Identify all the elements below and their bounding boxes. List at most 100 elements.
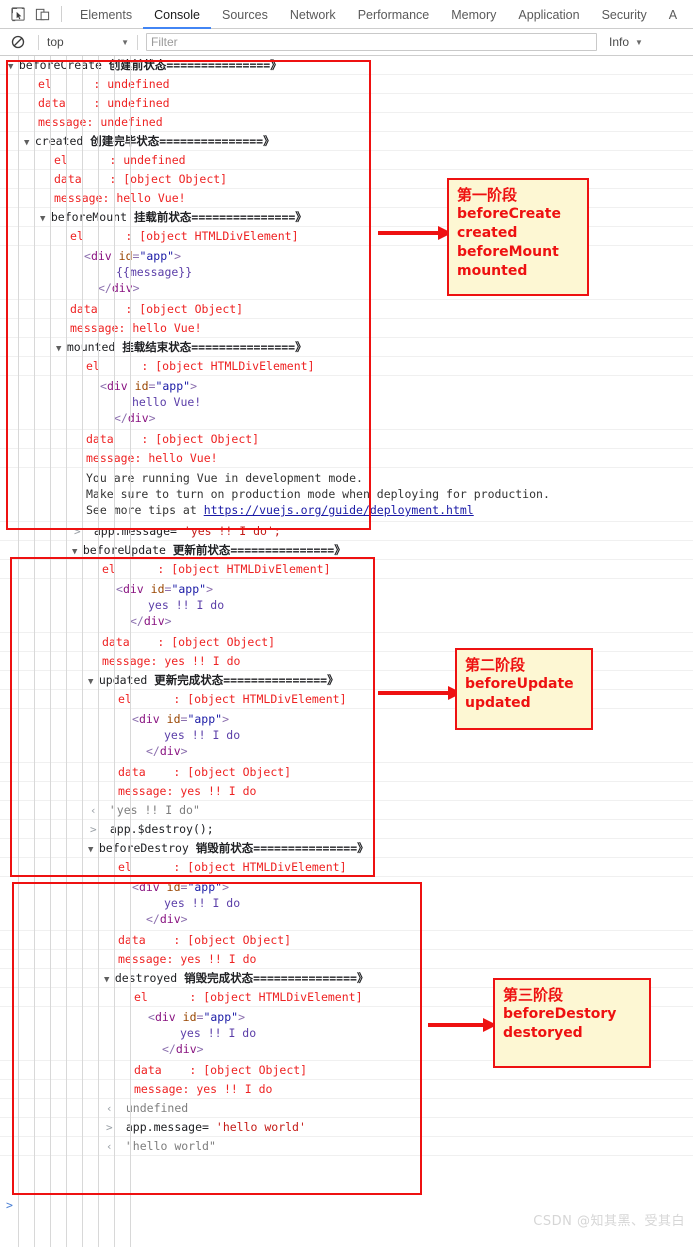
prop-key: data : <box>86 432 156 446</box>
console-input-echo: > app.message= 'hello world' <box>0 1118 693 1137</box>
console-log-line: el : [object HTMLDivElement] <box>0 357 693 376</box>
prop-key: data : <box>118 933 188 947</box>
lifecycle-hook-name: created <box>34 134 91 148</box>
console-log-line: data : [object Object] <box>0 300 693 319</box>
console-html-output: <div id="app"> hello Vue! </div> <box>0 376 693 430</box>
console-log-line: data : [object Object] <box>0 430 693 449</box>
prop-key: message: <box>38 115 101 129</box>
console-log-line: message: undefined <box>0 113 693 132</box>
inspect-cursor-icon[interactable] <box>6 2 30 26</box>
console-group-header: ▼ mounted 挂载结束状态===============》 <box>0 338 693 357</box>
prop-key: data : <box>70 302 140 316</box>
console-log-line: message: hello Vue! <box>0 189 693 208</box>
prop-key: el : <box>54 153 124 167</box>
prop-key: message: <box>102 654 165 668</box>
execution-context-selector[interactable]: top ▼ <box>47 35 129 49</box>
triangle-down-icon[interactable]: ▼ <box>88 677 99 687</box>
console-log-line: el : undefined <box>0 151 693 170</box>
annotation-stage-1: 第一阶段 beforeCreate created beforeMount mounte… <box>447 178 589 296</box>
prop-value: undefined <box>107 77 170 91</box>
tab-application[interactable]: Application <box>507 0 590 29</box>
console-filter-toolbar: top ▼ Info ▼ <box>0 29 693 56</box>
filter-input[interactable] <box>146 33 597 51</box>
triangle-down-icon[interactable]: ▼ <box>24 138 35 148</box>
tab-label: Application <box>518 7 580 22</box>
console-group-header: ▼ beforeCreate 创建前状态===============》 <box>0 56 693 75</box>
prop-key: el : <box>118 692 188 706</box>
console-log-line: message: yes !! I do <box>0 1080 693 1099</box>
console-result: ‹ "yes !! I do" <box>0 801 693 820</box>
html-text-node: hello Vue! <box>132 395 202 409</box>
prop-key: data : <box>118 765 188 779</box>
tab-security[interactable]: Security <box>591 0 658 29</box>
triangle-down-icon[interactable]: ▼ <box>104 975 115 985</box>
prop-value: [object HTMLDivElement] <box>203 990 363 1004</box>
lifecycle-hook-note: 销毁前状态===============》 <box>195 841 369 855</box>
prop-key: data : <box>54 172 124 186</box>
annotation-stage-3: 第三阶段 beforeDestory destoryed <box>493 978 651 1068</box>
annotation-stage-2: 第二阶段 beforeUpdate updated <box>455 648 593 730</box>
prop-key: message: <box>86 451 149 465</box>
console-log-line: el : [object HTMLDivElement] <box>0 227 693 246</box>
input-marker-icon: > <box>74 525 94 538</box>
tab-label: Console <box>154 7 200 22</box>
result-value: "yes !! I do" <box>109 803 200 817</box>
prop-key: message: <box>54 191 117 205</box>
html-text-node: yes !! I do <box>148 598 225 612</box>
result-value: "hello world" <box>125 1139 216 1153</box>
console-log-line: data : [object Object] <box>0 763 693 782</box>
annotation-hook-name: updated <box>465 695 531 711</box>
filterbar-divider-1 <box>38 34 39 50</box>
log-level-selector[interactable]: Info ▼ <box>609 35 687 49</box>
tab-elements[interactable]: Elements <box>69 0 143 29</box>
prop-key: el : <box>134 990 204 1004</box>
clear-console-icon[interactable] <box>6 30 30 54</box>
filterbar-divider-2 <box>137 34 138 50</box>
console-group-header: ▼ beforeMount 挂载前状态===============》 <box>0 208 693 227</box>
input-marker-icon: > <box>106 1121 126 1134</box>
tab-label: Network <box>289 7 336 22</box>
annotation-stage-title: 第三阶段 <box>503 986 564 1004</box>
tab-performance[interactable]: Performance <box>347 0 441 29</box>
html-text-node: yes !! I do <box>164 728 241 742</box>
console-result: ‹ undefined <box>0 1099 693 1118</box>
prop-key: el : <box>86 359 156 373</box>
input-marker-icon: > <box>90 823 110 836</box>
prop-value: [object Object] <box>155 432 260 446</box>
vue-dev-mode-warning: You are running Vue in development mode.… <box>0 468 693 522</box>
tab-memory[interactable]: Memory <box>440 0 507 29</box>
triangle-down-icon[interactable]: ▼ <box>56 344 67 354</box>
watermark: CSDN @知其黑、受其白 <box>533 1214 685 1229</box>
prop-value: yes !! I do <box>180 784 257 798</box>
tab-network[interactable]: Network <box>279 0 347 29</box>
deployment-docs-link[interactable]: https://vuejs.org/guide/deployment.html <box>204 503 474 517</box>
output-marker-icon: ‹ <box>106 1102 126 1115</box>
arrow-shaft <box>378 691 448 695</box>
prop-value: yes !! I do <box>180 952 257 966</box>
device-toolbar-icon[interactable] <box>30 2 54 26</box>
annotation-hook-name: beforeCreate <box>457 206 561 222</box>
triangle-down-icon[interactable]: ▼ <box>72 547 83 557</box>
tab-console[interactable]: Console <box>143 0 211 29</box>
tab-sources[interactable]: Sources <box>211 0 279 29</box>
lifecycle-hook-note: 更新前状态===============》 <box>172 543 346 557</box>
prop-value: [object Object] <box>139 302 244 316</box>
html-text-node: yes !! I do <box>164 896 241 910</box>
console-log-line: message: yes !! I do <box>0 950 693 969</box>
tabbar-divider <box>61 6 62 22</box>
console-log-area[interactable]: ▼ beforeCreate 创建前状态===============》 el :… <box>0 56 693 1247</box>
triangle-down-icon[interactable]: ▼ <box>40 214 51 224</box>
tab-a[interactable]: A <box>658 0 688 29</box>
prop-value: [object HTMLDivElement] <box>171 562 331 576</box>
console-log-line: message: yes !! I do <box>0 782 693 801</box>
annotation-hook-name: beforeDestory <box>503 1006 617 1022</box>
result-value: undefined <box>125 1101 189 1115</box>
triangle-down-icon[interactable]: ▼ <box>88 845 99 855</box>
input-string-literal: 'yes !! I do'; <box>183 524 281 538</box>
tab-label: Sources <box>221 7 268 22</box>
console-group-header: ▼ beforeDestroy 销毁前状态===============》 <box>0 839 693 858</box>
prop-key: message: <box>118 952 181 966</box>
tab-label: Security <box>601 7 647 22</box>
prompt-marker: > <box>6 1198 13 1212</box>
triangle-down-icon[interactable]: ▼ <box>8 62 19 72</box>
